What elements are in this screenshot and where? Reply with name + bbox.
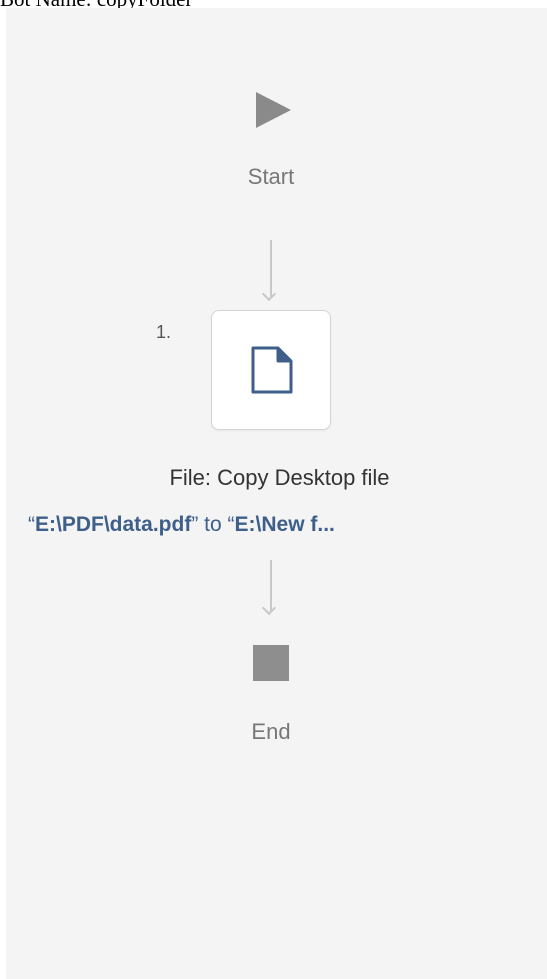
step-card-copy-file[interactable] bbox=[211, 310, 331, 430]
file-icon bbox=[251, 346, 293, 394]
step-description[interactable]: “E:\PDF\data.pdf” to “E:\New f... bbox=[28, 513, 528, 537]
flow-viewer: Bot Name: copyFolder Start 1. File: Copy… bbox=[0, 0, 547, 979]
start-play-icon bbox=[256, 92, 291, 128]
destination-path: E:\New f... bbox=[234, 513, 335, 536]
step-title: File: Copy Desktop file bbox=[169, 465, 390, 490]
quote-open: “ bbox=[28, 513, 35, 536]
flow-canvas: Start 1. File: Copy Desktop file “E:\PDF… bbox=[6, 8, 547, 979]
dest-quote-open: “ bbox=[227, 513, 235, 536]
end-label: End bbox=[251, 719, 291, 744]
start-label: Start bbox=[247, 164, 295, 189]
end-stop-icon bbox=[253, 645, 289, 681]
source-path: E:\PDF\data.pdf bbox=[35, 513, 192, 536]
connector-arrow-icon bbox=[270, 560, 272, 612]
connector-word: to bbox=[198, 513, 228, 536]
step-number: 1. bbox=[156, 322, 172, 342]
connector-arrow-icon bbox=[270, 240, 272, 298]
